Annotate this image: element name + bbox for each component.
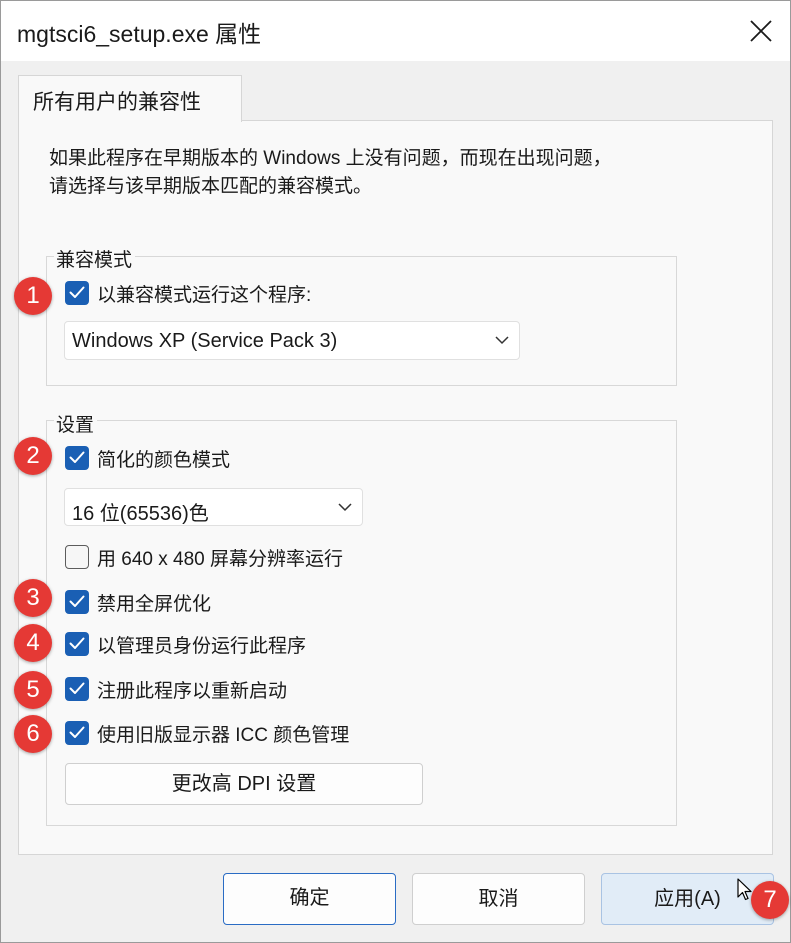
cancel-button-label: 取消 [478, 888, 519, 910]
compat-mode-checkbox[interactable] [65, 281, 89, 305]
chevron-down-icon [338, 503, 352, 512]
register-restart-checkbox[interactable] [65, 677, 89, 701]
disable-fullscreen-opt-checkbox[interactable] [65, 590, 89, 614]
checkmark-icon [69, 451, 85, 463]
res-640-label: 用 640 x 480 屏幕分辨率运行 [97, 549, 344, 570]
run-as-admin-label: 以管理员身份运行此程序 [97, 636, 307, 657]
disable-fullscreen-opt-label: 禁用全屏优化 [97, 594, 212, 615]
cancel-button[interactable]: 取消 [412, 873, 585, 925]
annotation-badge-5: 5 [14, 671, 52, 709]
description-line-1: 如果此程序在早期版本的 Windows 上没有问题，而现在出现问题， [49, 148, 612, 169]
tab-all-users-compatibility[interactable]: 所有用户的兼容性 [18, 75, 242, 122]
legacy-icc-checkbox[interactable] [65, 721, 89, 745]
settings-group-label: 设置 [54, 410, 98, 437]
annotation-badge-7: 7 [751, 881, 789, 919]
register-restart-label: 注册此程序以重新启动 [97, 681, 288, 702]
annotation-badge-1: 1 [14, 277, 52, 315]
annotation-badge-3: 3 [14, 579, 52, 617]
run-as-admin-checkbox[interactable] [65, 632, 89, 656]
compat-mode-group-label: 兼容模式 [54, 245, 136, 272]
chevron-down-icon [495, 336, 509, 345]
reduced-color-checkbox[interactable] [65, 446, 89, 470]
reduced-color-label: 简化的颜色模式 [97, 450, 231, 471]
color-depth-value: 16 位(65536)色 [72, 503, 209, 525]
annotation-badge-2: 2 [14, 437, 52, 475]
checkmark-icon [69, 286, 85, 298]
title-bar[interactable]: mgtsci6_setup.exe 属性 [1, 1, 790, 61]
checkmark-icon [69, 637, 85, 649]
checkmark-icon [69, 682, 85, 694]
tab-label: 所有用户的兼容性 [33, 91, 201, 114]
ok-button-label: 确定 [289, 887, 330, 909]
annotation-badge-4: 4 [14, 624, 52, 662]
res-640-checkbox[interactable] [65, 545, 89, 569]
os-version-select[interactable]: Windows XP (Service Pack 3) [64, 321, 520, 360]
description-line-2: 请选择与该早期版本匹配的兼容模式。 [49, 176, 373, 197]
color-depth-select[interactable]: 16 位(65536)色 [64, 488, 363, 526]
annotation-badge-6: 6 [14, 715, 52, 753]
legacy-icc-label: 使用旧版显示器 ICC 颜色管理 [97, 725, 350, 746]
change-dpi-settings-label: 更改高 DPI 设置 [171, 773, 317, 795]
close-button[interactable] [730, 1, 790, 61]
properties-dialog: mgtsci6_setup.exe 属性 所有用户的兼容性 如果此程序在早期版本… [0, 0, 791, 943]
window-title: mgtsci6_setup.exe 属性 [17, 21, 262, 47]
compat-mode-checkbox-label: 以兼容模式运行这个程序: [97, 285, 312, 306]
close-icon [750, 20, 772, 42]
os-version-value: Windows XP (Service Pack 3) [72, 330, 338, 352]
checkmark-icon [69, 595, 85, 607]
checkmark-icon [69, 726, 85, 738]
ok-button[interactable]: 确定 [223, 873, 396, 925]
change-dpi-settings-button[interactable]: 更改高 DPI 设置 [65, 763, 423, 805]
